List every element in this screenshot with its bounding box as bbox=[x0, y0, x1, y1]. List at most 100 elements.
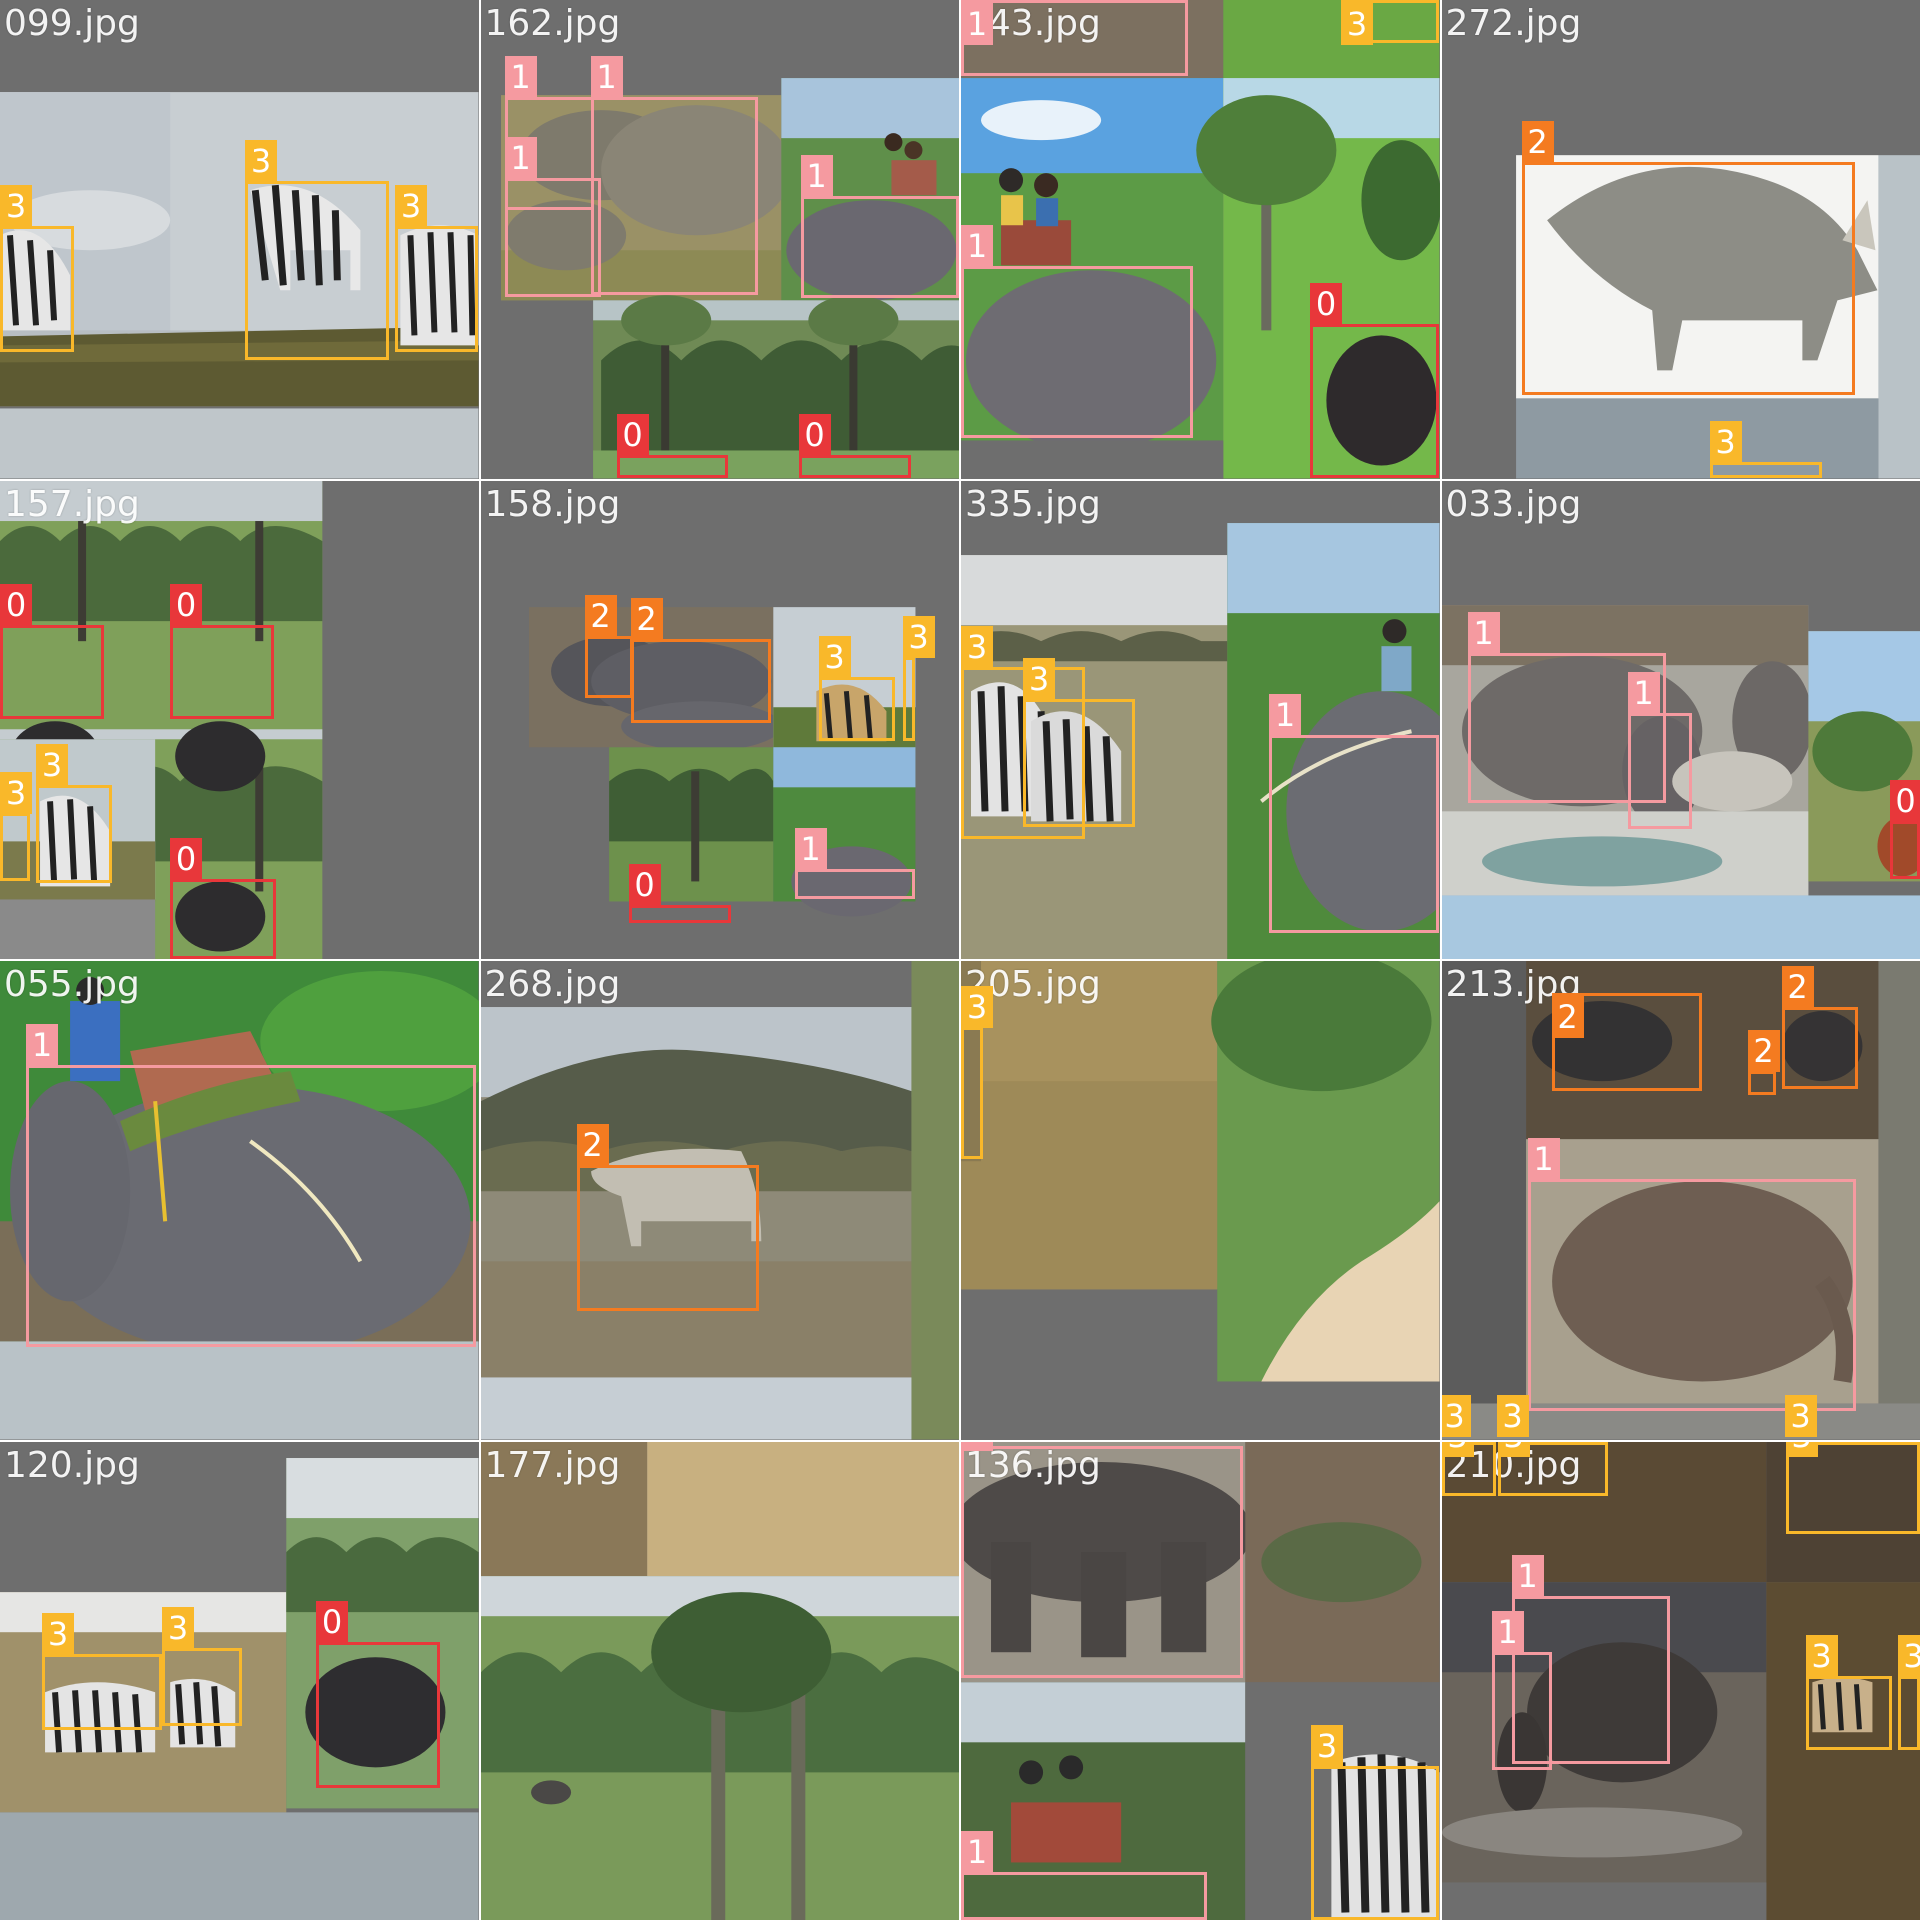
bbox: 3 bbox=[1709, 421, 1822, 478]
bbox: 3 bbox=[902, 615, 935, 741]
tile-filename: 157.jpg bbox=[4, 483, 140, 525]
class-tag: 3 bbox=[961, 986, 993, 1028]
bbox: 1 bbox=[1491, 1610, 1552, 1770]
mosaic-tile: 268.jpg 2 bbox=[480, 961, 959, 1440]
class-tag: 0 bbox=[1310, 283, 1342, 325]
mosaic-tile: 210.jpg 3 3 3 1 1 3 3 bbox=[1441, 1441, 1920, 1920]
tile-filename: 335.jpg bbox=[965, 483, 1101, 525]
bbox: 2 bbox=[1551, 993, 1702, 1091]
class-tag: 3 bbox=[1497, 1441, 1530, 1457]
class-tag: 2 bbox=[1521, 121, 1554, 163]
class-tag: 3 bbox=[1441, 1441, 1474, 1457]
tile-image bbox=[480, 1441, 959, 1920]
class-tag: 1 bbox=[504, 56, 537, 98]
class-tag: 0 bbox=[170, 837, 202, 880]
bbox: 3 bbox=[1341, 0, 1439, 45]
bbox: 3 bbox=[42, 1612, 162, 1730]
bbox: 3 bbox=[1805, 1634, 1892, 1750]
class-tag: 3 bbox=[42, 1612, 74, 1655]
class-tag: 0 bbox=[170, 583, 202, 626]
bbox: 0 bbox=[316, 1600, 440, 1788]
tile-filename: 158.jpg bbox=[484, 483, 621, 525]
class-tag: 3 bbox=[395, 185, 427, 227]
bbox: 3 bbox=[1441, 1441, 1496, 1496]
class-tag: 3 bbox=[0, 771, 32, 814]
class-tag: 1 bbox=[504, 137, 537, 179]
mosaic-tile: 177.jpg bbox=[480, 1441, 959, 1920]
class-tag: 1 bbox=[800, 155, 833, 197]
mosaic-tile: 099.jpg 3 3 3 bbox=[0, 0, 479, 479]
class-tag: 3 bbox=[1805, 1634, 1838, 1677]
class-tag: 3 bbox=[961, 625, 993, 668]
class-tag: 2 bbox=[1781, 966, 1814, 1008]
class-tag: 0 bbox=[0, 583, 32, 626]
class-tag: 0 bbox=[628, 863, 661, 906]
bbox: 0 bbox=[170, 583, 274, 719]
bbox: 3 bbox=[1785, 1441, 1920, 1534]
class-tag: 1 bbox=[961, 1441, 993, 1451]
tile-image bbox=[961, 961, 1440, 1382]
class-tag: 3 bbox=[36, 743, 68, 786]
bbox: 3 bbox=[1441, 1395, 1498, 1440]
class-tag: 1 bbox=[26, 1024, 58, 1066]
bbox: 3 bbox=[0, 185, 74, 352]
class-tag: 3 bbox=[162, 1606, 194, 1649]
mosaic-tile: 136.jpg 1 3 1 bbox=[961, 1441, 1440, 1920]
class-tag: 1 bbox=[1627, 671, 1660, 714]
tile-filename: 033.jpg bbox=[1445, 483, 1582, 525]
class-tag: 0 bbox=[1889, 779, 1920, 822]
bbox: 2 bbox=[576, 1124, 759, 1311]
detection-mosaic: 099.jpg 3 3 3 162.jpg 1 1 1 1 0 0 143.jp… bbox=[0, 0, 1920, 1920]
bbox: 0 bbox=[170, 837, 276, 959]
bbox: 1 bbox=[1627, 671, 1692, 829]
mosaic-tile: 205.jpg 3 bbox=[961, 961, 1440, 1440]
class-tag: 2 bbox=[1551, 996, 1584, 1038]
bbox: 0 bbox=[0, 583, 104, 719]
bbox: 0 bbox=[1889, 779, 1920, 879]
class-tag: 3 bbox=[1496, 1395, 1529, 1437]
class-tag: 1 bbox=[1527, 1138, 1560, 1180]
tile-filename: 177.jpg bbox=[484, 1444, 621, 1486]
mosaic-tile: 162.jpg 1 1 1 1 0 0 bbox=[480, 0, 959, 479]
class-tag: 1 bbox=[1467, 611, 1500, 654]
bbox: 0 bbox=[616, 414, 728, 478]
bbox: 3 bbox=[1311, 1724, 1439, 1920]
class-tag: 3 bbox=[1341, 3, 1373, 45]
mosaic-tile: 143.jpg 1 3 1 0 bbox=[961, 0, 1440, 479]
class-tag: 3 bbox=[818, 635, 851, 678]
class-tag: 1 bbox=[961, 1830, 993, 1873]
class-tag: 3 bbox=[1023, 657, 1055, 700]
class-tag: 1 bbox=[961, 225, 993, 267]
mosaic-tile: 158.jpg 2 2 3 3 0 1 bbox=[480, 480, 959, 959]
class-tag: 3 bbox=[0, 185, 32, 227]
class-tag: 3 bbox=[902, 615, 935, 658]
bbox: 3 bbox=[818, 635, 895, 741]
class-tag: 3 bbox=[1785, 1441, 1818, 1457]
class-tag: 1 bbox=[1491, 1610, 1524, 1653]
class-tag: 1 bbox=[1511, 1554, 1544, 1597]
bbox: 3 bbox=[1784, 1395, 1920, 1440]
class-tag: 3 bbox=[1897, 1634, 1920, 1677]
class-tag: 2 bbox=[1747, 1030, 1780, 1072]
bbox: 3 bbox=[245, 140, 389, 360]
class-tag: 3 bbox=[1709, 421, 1742, 463]
bbox: 0 bbox=[1310, 283, 1439, 478]
mosaic-tile: 157.jpg 0 0 3 3 0 bbox=[0, 480, 479, 959]
bbox: 1 bbox=[1527, 1138, 1856, 1411]
tile-filename: 272.jpg bbox=[1445, 3, 1582, 44]
tile-filename: 055.jpg bbox=[4, 964, 140, 1005]
bbox: 1 bbox=[1269, 693, 1439, 933]
bbox: 2 bbox=[1521, 121, 1855, 395]
bbox: 3 bbox=[162, 1606, 242, 1726]
bbox: 3 bbox=[1497, 1441, 1608, 1496]
class-tag: 1 bbox=[961, 3, 993, 45]
bbox: 0 bbox=[798, 414, 911, 478]
mosaic-tile: 272.jpg 2 3 bbox=[1441, 0, 1920, 479]
class-tag: 1 bbox=[794, 827, 827, 870]
class-tag: 1 bbox=[1269, 693, 1301, 736]
tile-filename: 268.jpg bbox=[484, 964, 621, 1005]
bbox: 3 bbox=[1023, 657, 1135, 827]
bbox: 2 bbox=[1747, 1030, 1780, 1095]
bbox: 1 bbox=[961, 0, 1188, 76]
class-tag: 0 bbox=[316, 1600, 348, 1643]
